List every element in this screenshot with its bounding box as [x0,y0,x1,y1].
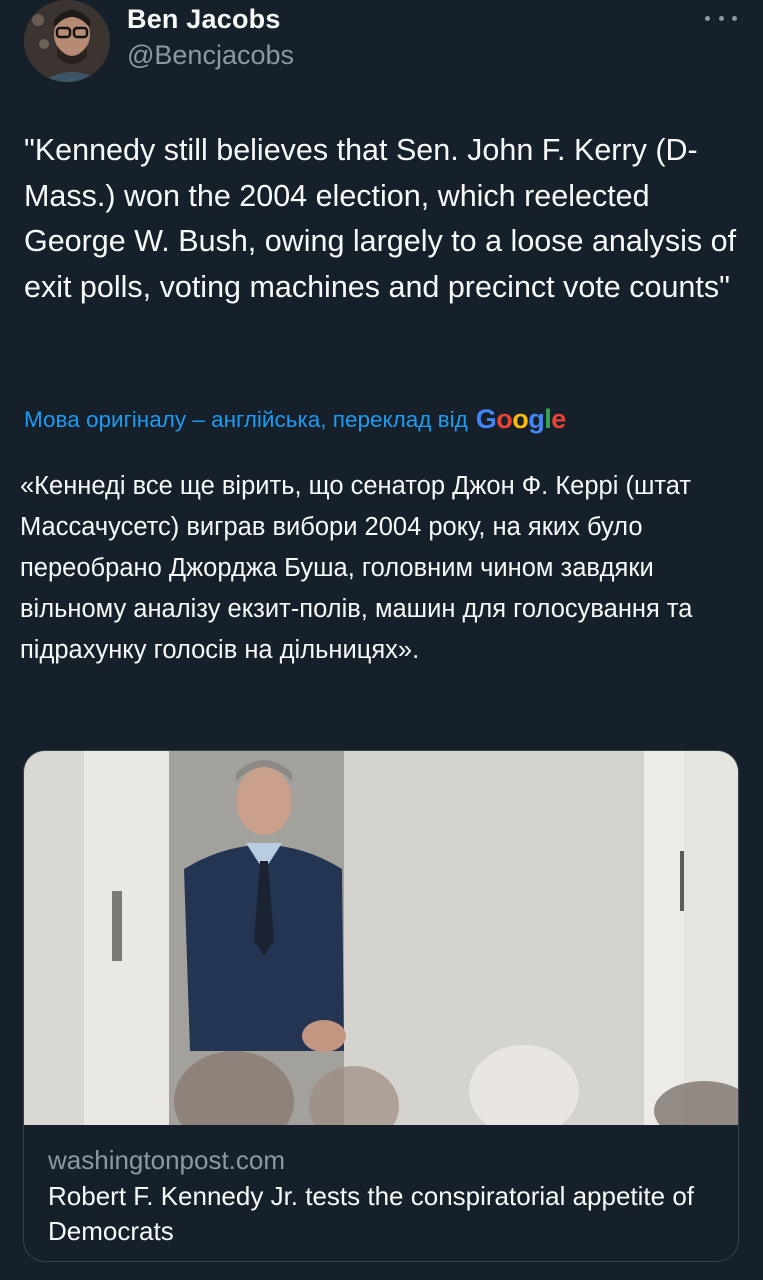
translated-text: «Кеннеді все ще вірить, що сенатор Джон … [20,472,693,664]
translation-note-label: Мова оригіналу – англійська, переклад ві… [24,406,468,432]
more-dot [718,15,724,21]
link-card-title: Robert F. Kennedy Jr. tests the conspira… [48,1181,695,1246]
author-handle[interactable]: @Bencjacobs [127,40,294,71]
translation-note[interactable]: Мова оригіналу – англійська, переклад ві… [24,404,566,435]
tweet-page: Ben Jacobs @Bencjacobs "Kennedy still be… [0,0,763,1280]
more-horizontal-icon[interactable] [703,4,739,32]
link-card-meta: washingtonpost.com Robert F. Kennedy Jr.… [48,1143,708,1249]
card-photo [24,751,738,1151]
avatar[interactable] [24,0,110,82]
link-card[interactable]: washingtonpost.com Robert F. Kennedy Jr.… [23,750,739,1262]
more-dot [705,15,710,21]
author-name[interactable]: Ben Jacobs [127,4,281,35]
google-logo: Google [475,404,567,434]
more-dot [732,15,737,21]
link-card-image [24,751,738,1151]
avatar-image [24,0,110,82]
link-card-domain: washingtonpost.com [48,1145,286,1175]
tweet-text: "Kennedy still believes that Sen. John F… [24,133,737,304]
